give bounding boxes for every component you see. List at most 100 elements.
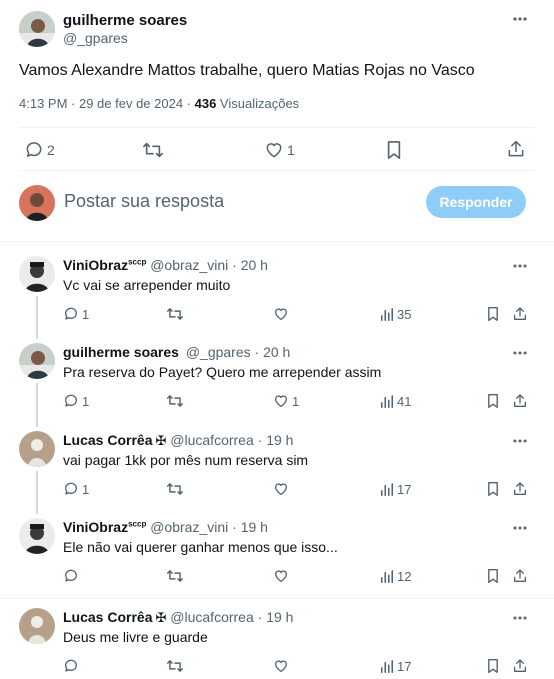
reply-button[interactable]: 1 [63,481,89,497]
reply-text: Pra reserva do Payet? Quero me arrepende… [63,364,382,380]
like-button[interactable] [273,658,292,674]
reply-time[interactable]: · 19 h [254,609,294,625]
views-button[interactable]: 12 [380,569,411,584]
avatar[interactable] [19,343,55,379]
views-count: 17 [397,482,412,497]
avatar[interactable] [19,608,55,644]
retweet-button[interactable] [166,481,187,497]
views-button[interactable]: 17 [380,482,411,497]
reply-time[interactable]: · 20 h [251,344,291,360]
avatar-photo [19,343,55,379]
retweet-button[interactable] [166,306,187,322]
share-button[interactable] [506,139,526,159]
bookmark-button[interactable] [486,481,500,497]
reply-icon [65,569,77,582]
like-button[interactable]: 1 [264,140,295,160]
reply-button[interactable]: 1 [63,393,89,409]
reply-input[interactable]: Postar sua resposta [64,191,404,212]
share-button[interactable] [512,393,528,409]
reply-header: Lucas Corrêa ✠ @lucafcorrea · 19 h [63,432,293,449]
tweet-time[interactable]: 4:13 PM · 29 de fev de 2024 · [19,96,195,111]
like-button[interactable]: 1 [273,393,299,409]
share-button[interactable] [512,306,528,322]
reply-button[interactable] [63,568,82,584]
author-handle[interactable]: @_gpares [63,30,128,46]
author-name[interactable]: Lucas Corrêa [63,609,152,625]
reply-button[interactable]: 2 [24,140,55,160]
bookmark-button[interactable] [486,568,500,584]
bookmark-button[interactable] [486,393,500,409]
author-handle[interactable]: @_gpares [186,344,251,360]
reply-count: 2 [47,142,55,158]
author-name[interactable]: Lucas Corrêa [63,432,152,448]
author-name[interactable]: guilherme soares [63,12,187,29]
heart-icon [274,660,288,672]
views-icon [380,569,394,583]
retweet-icon [167,660,183,672]
author-name[interactable]: guilherme soares [63,344,179,360]
reply-text: Ele não vai querer ganhar menos que isso… [63,539,338,555]
reply-submit-button[interactable]: Responder [426,186,526,218]
reply-icon [65,394,77,407]
views-button[interactable]: 41 [380,394,411,409]
more-icon [513,351,527,355]
reply-button[interactable] [63,658,82,674]
reply-button[interactable]: 1 [63,306,89,322]
avatar[interactable] [19,431,55,467]
author-name[interactable]: ViniObraz [63,257,128,273]
retweet-button[interactable] [166,393,187,409]
share-icon [508,140,524,157]
reply-header: ViniObrazsccp @obraz_vini · 19 h [63,519,268,535]
bookmark-button[interactable] [385,140,403,160]
views-button[interactable]: 35 [380,307,411,322]
avatar-photo [19,256,55,292]
divider [0,598,554,599]
avatar[interactable] [19,185,55,221]
retweet-button[interactable] [166,658,187,674]
views-icon [380,482,394,496]
reply-time[interactable]: · 19 h [254,432,294,448]
more-options-button[interactable] [510,259,530,273]
views-icon [380,307,394,321]
bookmark-icon [488,482,498,496]
author-handle[interactable]: @obraz_vini [150,519,228,535]
like-button[interactable] [273,568,292,584]
reply-icon [65,307,77,320]
views-icon [380,394,394,408]
reply-submit-label: Responder [439,194,513,210]
author-handle[interactable]: @lucafcorrea [170,432,253,448]
more-options-button[interactable] [510,521,530,535]
more-options-button[interactable] [510,346,530,360]
more-options-button[interactable] [510,434,530,448]
more-icon [513,439,527,443]
views-count: 35 [397,307,412,322]
tweet-meta: 4:13 PM · 29 de fev de 2024 · 436 Visual… [19,96,299,111]
like-button[interactable] [273,481,292,497]
reply-time[interactable]: · 19 h [228,519,268,535]
author-handle[interactable]: @lucafcorrea [170,609,253,625]
bookmark-button[interactable] [486,306,500,322]
heart-icon [274,308,288,320]
heart-icon [274,570,288,582]
more-options-button[interactable] [510,611,530,625]
more-options-button[interactable] [510,12,530,26]
author-name[interactable]: ViniObraz [63,519,128,535]
avatar[interactable] [19,11,55,47]
avatar[interactable] [19,256,55,292]
share-button[interactable] [512,568,528,584]
share-button[interactable] [512,481,528,497]
author-handle[interactable]: @obraz_vini [150,257,228,273]
share-button[interactable] [512,658,528,674]
more-icon [513,17,527,21]
views-count: 17 [397,659,412,674]
retweet-button[interactable] [166,568,187,584]
bookmark-button[interactable] [486,658,500,674]
views-button[interactable]: 17 [380,659,411,674]
author-name-suffix: sccp [128,257,147,267]
retweet-button[interactable] [142,140,164,160]
like-button[interactable] [273,306,292,322]
avatar[interactable] [19,518,55,554]
bookmark-icon [488,394,498,408]
author-name-suffix: ✠ [155,433,167,448]
reply-time[interactable]: · 20 h [228,257,268,273]
